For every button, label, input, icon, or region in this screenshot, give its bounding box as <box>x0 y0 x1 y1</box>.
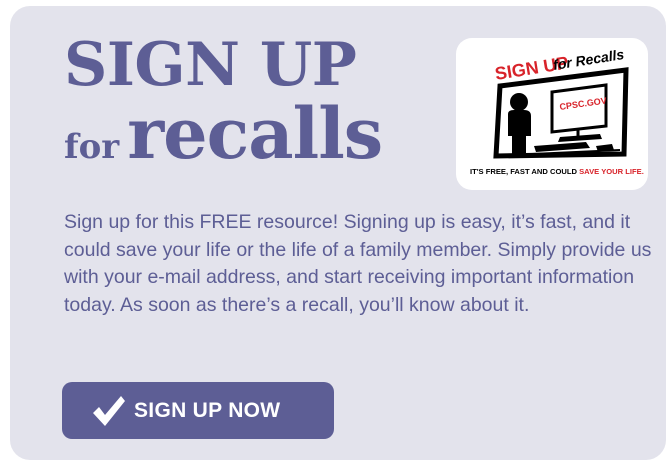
headline-line2: for recalls <box>64 92 383 175</box>
logo-person-body <box>508 110 531 156</box>
sign-up-now-button[interactable]: SIGN UP NOW <box>62 382 334 439</box>
logo-tagline: IT'S FREE, FAST AND COULD SAVE YOUR LIFE… <box>470 167 644 176</box>
signup-card: SIGN UP for recalls SIGN UP for Recalls C… <box>10 6 666 460</box>
sign-up-now-label: SIGN UP NOW <box>134 399 281 422</box>
headline-for: for <box>64 127 120 167</box>
description-text: Sign up for this FREE resource! Signing … <box>64 211 652 316</box>
logo-for-recalls-text: for Recalls <box>552 46 625 73</box>
checkmark-icon <box>93 396 125 426</box>
headline-sign-up: SIGN UP <box>64 30 357 100</box>
logo-monitor-stand <box>558 134 602 142</box>
logo-keyboard <box>534 142 590 152</box>
sign-up-for-recalls-logo: SIGN UP for Recalls CPSC.GOV IT'S FREE, … <box>456 38 648 190</box>
logo-person-head <box>510 93 528 111</box>
headline-recalls: recalls <box>127 92 383 175</box>
